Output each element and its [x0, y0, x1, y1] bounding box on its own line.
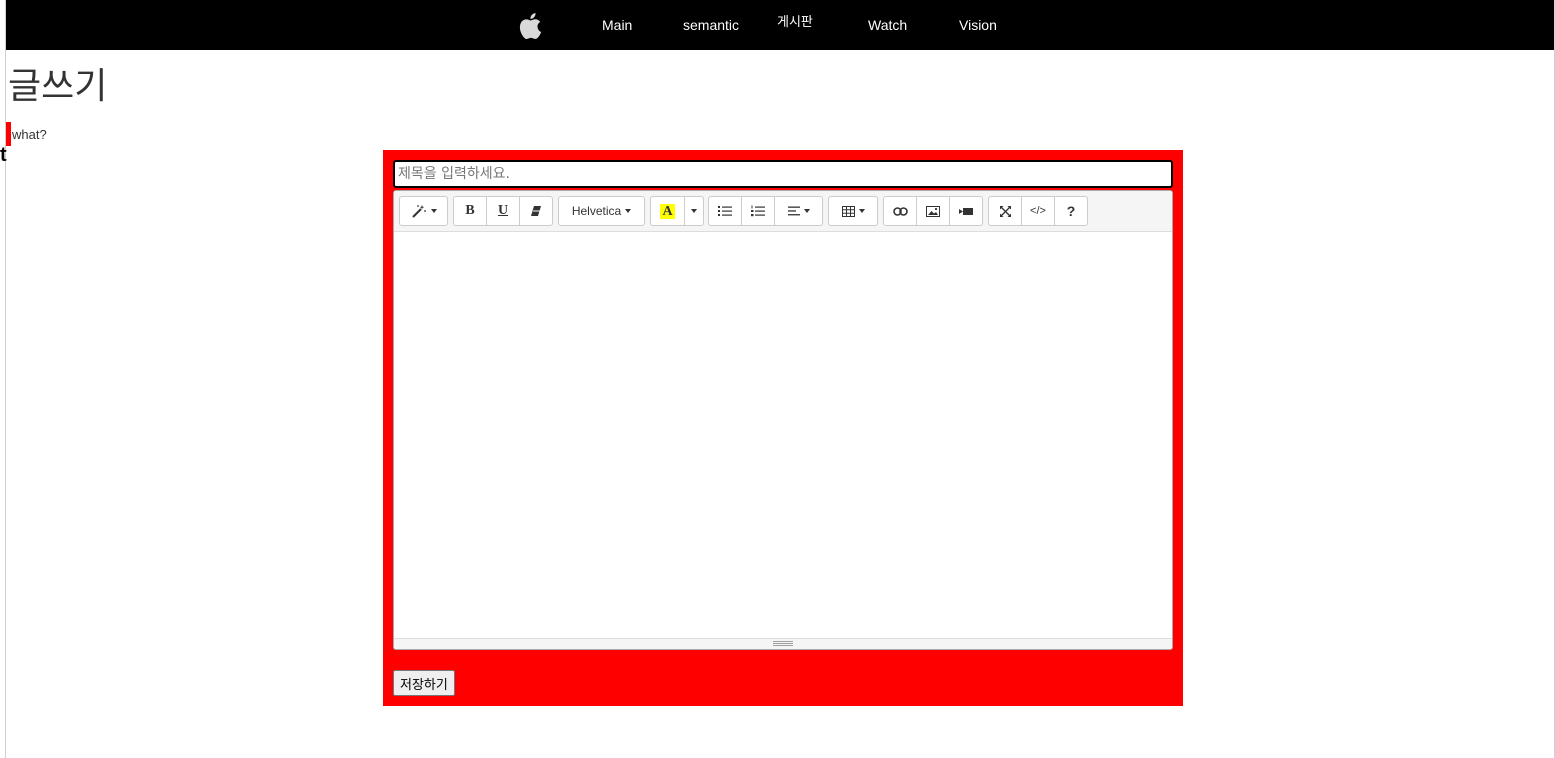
editor-content-area[interactable]	[394, 232, 1172, 638]
rich-text-editor: B U Helvetica A </> ?	[393, 190, 1173, 650]
insert-group	[883, 196, 983, 226]
title-input[interactable]	[393, 160, 1173, 188]
view-group: </> ?	[988, 196, 1088, 226]
style-button[interactable]	[399, 196, 448, 226]
nav-item-board[interactable]: 게시판	[777, 0, 813, 48]
table-group	[828, 196, 878, 226]
paragraph-align-button[interactable]	[774, 196, 823, 226]
link-icon	[892, 206, 908, 216]
viewport-left-border	[5, 0, 6, 758]
highlight-color-button[interactable]: A	[650, 196, 685, 226]
table-icon	[841, 205, 855, 217]
font-style-group: B U	[453, 196, 553, 226]
video-icon	[959, 207, 973, 215]
chevron-down-icon	[430, 209, 437, 213]
image-button[interactable]	[916, 196, 950, 226]
style-group	[399, 196, 448, 226]
table-button[interactable]	[828, 196, 878, 226]
color-dropdown-button[interactable]	[684, 196, 704, 226]
nav-item-main[interactable]: Main	[602, 0, 632, 50]
eraser-icon	[531, 206, 541, 216]
ordered-list-icon	[751, 205, 765, 217]
page-title: 글쓰기	[8, 66, 108, 107]
apple-logo-icon[interactable]	[516, 12, 542, 40]
nav-item-semantic[interactable]: semantic	[683, 0, 739, 50]
image-icon	[926, 205, 940, 217]
top-navbar: Main semantic 게시판 Watch Vision	[6, 0, 1554, 50]
font-name-dropdown[interactable]: Helvetica	[558, 196, 645, 226]
red-sidebar-sliver	[6, 122, 11, 146]
nav-item-watch[interactable]: Watch	[868, 0, 907, 50]
clear-format-button[interactable]	[519, 196, 553, 226]
color-dropdown-icon	[691, 209, 697, 213]
paragraph-group	[708, 196, 823, 226]
page-subtext: what?	[12, 127, 47, 142]
clipped-heading-letter: t	[0, 144, 7, 166]
help-button[interactable]: ?	[1054, 196, 1088, 226]
video-button[interactable]	[949, 196, 983, 226]
chevron-down-icon	[858, 209, 865, 213]
link-button[interactable]	[883, 196, 917, 226]
font-name-label: Helvetica	[571, 204, 622, 218]
magic-style-icon	[411, 205, 426, 218]
save-button[interactable]: 저장하기	[393, 670, 455, 696]
code-view-icon: </>	[1030, 205, 1046, 217]
underline-button[interactable]: U	[486, 196, 520, 226]
ordered-list-button[interactable]	[741, 196, 775, 226]
resize-grip-icon[interactable]	[773, 641, 793, 646]
help-icon: ?	[1066, 203, 1076, 219]
unordered-list-button[interactable]	[708, 196, 742, 226]
fullscreen-icon	[999, 205, 1011, 217]
bold-button[interactable]: B	[453, 196, 487, 226]
code-view-button[interactable]: </>	[1021, 196, 1055, 226]
font-name-group: Helvetica	[558, 196, 645, 226]
unordered-list-icon	[718, 206, 732, 216]
editor-resize-bar[interactable]	[394, 638, 1172, 649]
write-form: B U Helvetica A	[383, 150, 1183, 706]
nav-item-vision[interactable]: Vision	[959, 0, 997, 50]
chevron-down-icon	[625, 209, 632, 213]
paragraph-align-icon	[787, 206, 800, 216]
chevron-down-icon	[803, 209, 810, 213]
editor-toolbar: B U Helvetica A </> ?	[394, 191, 1172, 232]
color-group: A	[650, 196, 704, 226]
fullscreen-button[interactable]	[988, 196, 1022, 226]
highlight-color-icon: A	[660, 203, 675, 219]
